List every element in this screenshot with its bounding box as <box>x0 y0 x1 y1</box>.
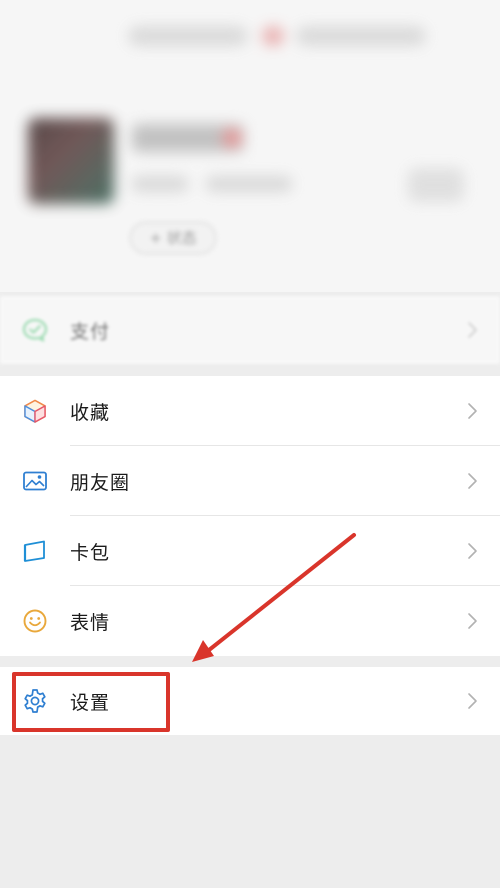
menu-item-moments[interactable]: 朋友圈 <box>0 446 500 516</box>
chevron-right-icon <box>468 322 477 338</box>
blurred-wechat-id-value <box>206 176 292 192</box>
menu-item-favorites[interactable]: 收藏 <box>0 376 500 446</box>
chevron-right-icon <box>468 693 477 709</box>
menu-item-label: 表情 <box>70 611 111 634</box>
chevron-right-icon <box>468 403 477 419</box>
image-icon <box>23 471 47 491</box>
chevron-right-icon <box>468 473 477 489</box>
blurred-top-text <box>128 26 248 46</box>
profile-header[interactable]: + 状态 <box>0 0 500 292</box>
avatar[interactable] <box>28 118 114 204</box>
blurred-name-badge <box>222 128 242 148</box>
menu-item-label: 收藏 <box>70 401 111 424</box>
smiley-icon <box>23 609 47 633</box>
blurred-wechat-id-label <box>132 176 188 192</box>
chevron-right-icon <box>468 543 477 559</box>
menu-item-cards[interactable]: 卡包 <box>0 516 500 586</box>
chevron-right-icon <box>468 613 477 629</box>
menu-group-pay: 支付 <box>0 296 500 364</box>
card-icon <box>23 540 45 562</box>
cube-icon <box>24 399 46 423</box>
blurred-top-dot <box>262 26 284 46</box>
blurred-qr-code[interactable] <box>408 168 464 202</box>
wechat-me-screen: + 状态 支付 收藏 朋友圈 卡包 表情 设置 <box>0 0 500 888</box>
profile-blurred-content <box>0 0 500 292</box>
menu-item-stickers[interactable]: 表情 <box>0 586 500 656</box>
menu-item-pay[interactable]: 支付 <box>0 296 500 364</box>
status-button[interactable]: + 状态 <box>130 222 216 254</box>
menu-item-label: 卡包 <box>70 541 111 564</box>
blurred-top-text <box>296 26 426 46</box>
pay-icon <box>23 319 47 342</box>
menu-group-main: 收藏 朋友圈 卡包 表情 <box>0 376 500 656</box>
menu-item-label: 支付 <box>70 320 111 343</box>
annotation-highlight-box <box>12 672 170 732</box>
menu-item-label: 朋友圈 <box>70 471 131 494</box>
